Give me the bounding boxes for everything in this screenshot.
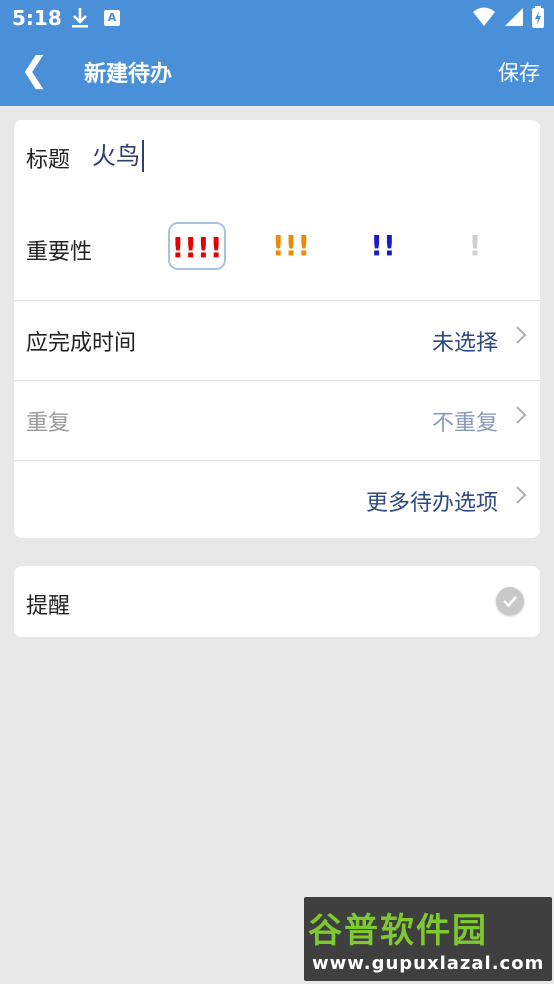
repeat-value: 不重复: [431, 411, 498, 436]
signal-icon: [504, 7, 524, 31]
watermark-title: 谷普软件园: [308, 911, 488, 951]
reminder-label: 提醒: [26, 594, 71, 619]
chevron-right-icon: [514, 403, 528, 433]
app-notification-icon: A: [104, 10, 120, 26]
repeat-row[interactable]: 重复 不重复: [14, 380, 540, 461]
priority-option-highest[interactable]: !!!!: [168, 222, 226, 270]
reminder-toggle[interactable]: [496, 587, 524, 615]
status-time: 5:18: [12, 6, 62, 30]
check-icon: [503, 596, 517, 608]
status-icons: [472, 6, 544, 32]
download-icon: [70, 6, 90, 35]
todo-form-card: 标题 火鸟 重要性 !!!! !!! !! ! 应完成时间 未选择 重复 不重复…: [14, 120, 540, 538]
more-options-label: 更多待办选项: [365, 491, 498, 516]
reminder-card: 提醒: [14, 566, 540, 637]
title-row: 标题 火鸟: [14, 120, 540, 198]
repeat-label: 重复: [26, 411, 71, 436]
priority-label: 重要性: [26, 240, 93, 265]
priority-option-medium[interactable]: !!: [354, 222, 412, 270]
priority-row: 重要性 !!!! !!! !! !: [14, 210, 540, 294]
priority-low-text: !: [468, 229, 482, 262]
chevron-right-icon: [514, 483, 528, 513]
battery-icon: [532, 6, 544, 32]
app-bar: ❮ 新建待办 保存: [0, 38, 554, 106]
due-time-value: 未选择: [431, 331, 498, 356]
title-label: 标题: [26, 148, 71, 173]
title-input[interactable]: 火鸟: [92, 140, 144, 172]
page-title: 新建待办: [84, 62, 173, 87]
priority-option-high[interactable]: !!!: [262, 222, 320, 270]
watermark: 谷普软件园 www.gupuxlazal.com: [304, 897, 552, 981]
priority-option-low[interactable]: !: [446, 222, 504, 270]
due-time-row[interactable]: 应完成时间 未选择: [14, 300, 540, 381]
back-icon[interactable]: ❮: [20, 50, 49, 90]
more-options-row[interactable]: 更多待办选项: [14, 460, 540, 538]
status-bar: 5:18 A: [0, 0, 554, 38]
wifi-icon: [472, 6, 496, 32]
watermark-url: www.gupuxlazal.com: [312, 953, 545, 974]
due-time-label: 应完成时间: [26, 331, 137, 356]
save-button[interactable]: 保存: [498, 57, 540, 87]
priority-high-text: !!!: [271, 229, 311, 262]
priority-medium-text: !!: [370, 229, 396, 262]
chevron-right-icon: [514, 323, 528, 353]
priority-highest-text: !!!!: [171, 231, 223, 264]
